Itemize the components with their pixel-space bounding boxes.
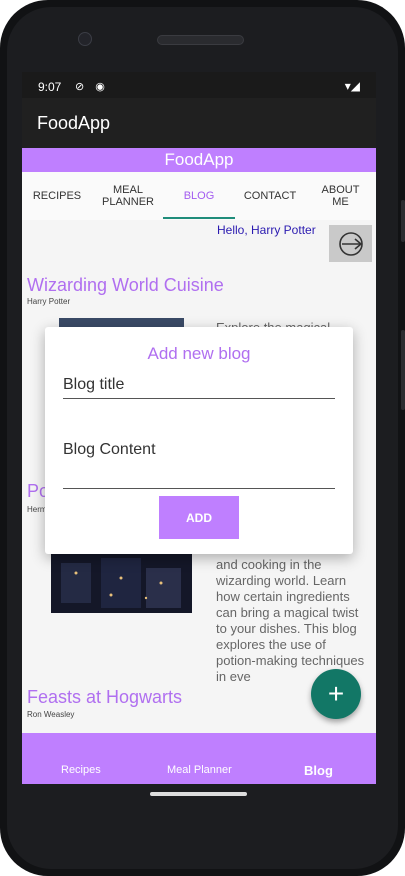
add-button[interactable]: ADD (159, 496, 239, 539)
volume-button (401, 200, 405, 242)
screen: 9:07 ⊘ ◉ ▾◢ FoodApp FoodApp RECIPES MEAL… (22, 72, 376, 784)
add-blog-dialog: Add new blog Blog title Blog Content ADD (45, 327, 353, 554)
front-camera (78, 32, 92, 46)
earpiece-speaker (157, 35, 244, 45)
power-button (401, 330, 405, 410)
blog-content-input[interactable]: Blog Content (63, 441, 335, 489)
dialog-scrim: Add new blog Blog title Blog Content ADD (22, 72, 376, 784)
phone-frame: 9:07 ⊘ ◉ ▾◢ FoodApp FoodApp RECIPES MEAL… (0, 0, 405, 876)
home-gesture-bar[interactable] (150, 792, 247, 796)
dialog-title: Add new blog (147, 344, 251, 363)
blog-title-input[interactable]: Blog title (63, 376, 335, 399)
